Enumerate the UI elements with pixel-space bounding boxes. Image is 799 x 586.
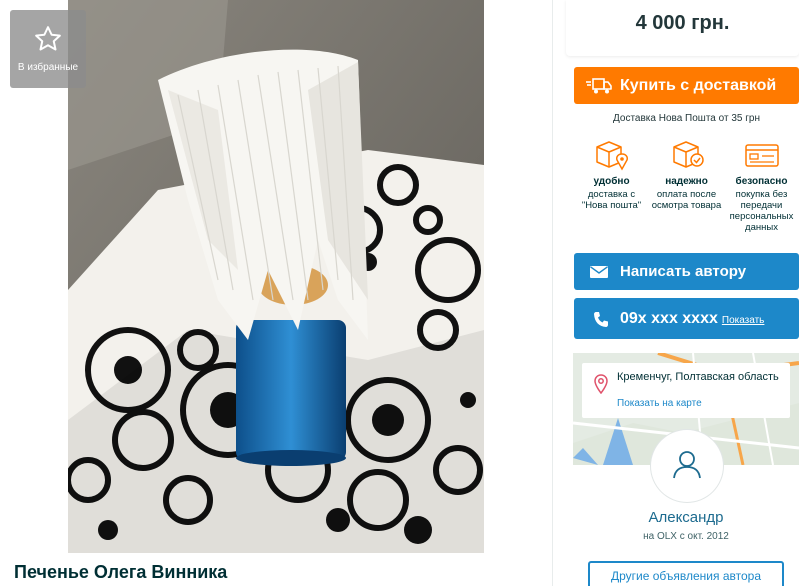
listing-page: В избранные Печенье Олега Винника 4 000 … — [0, 0, 799, 586]
price-box: 4 000 грн. — [566, 0, 799, 56]
star-outline-icon — [35, 26, 61, 51]
message-author-button[interactable]: Написать автору — [574, 253, 799, 290]
feature-convenient: удобно доставка с "Нова пошта" — [574, 138, 649, 233]
truck-icon — [586, 77, 612, 93]
feature-desc: покупка без передачи персональных данных — [729, 189, 794, 233]
photo-gallery: В избранные — [0, 0, 552, 556]
mail-icon — [590, 265, 608, 278]
listing-title: Печенье Олега Винника — [14, 562, 228, 582]
box-location-icon — [595, 141, 628, 171]
add-to-favorites-button[interactable]: В избранные — [10, 10, 86, 88]
phone-icon — [594, 311, 608, 327]
feature-title: удобно — [593, 176, 630, 187]
favorites-label: В избранные — [17, 62, 79, 73]
feature-desc: оплата после осмотра товара — [651, 189, 722, 211]
phone-number: 09x xxx xxxx — [620, 309, 718, 327]
feature-title: надежно — [665, 176, 708, 187]
user-icon — [673, 451, 701, 479]
author-name[interactable]: Александр — [573, 509, 799, 526]
box-check-icon — [672, 141, 704, 168]
feature-desc: доставка с "Нова пошта" — [581, 189, 642, 211]
map-pin-icon — [594, 374, 608, 394]
feature-reliable: надежно оплата после осмотра товара — [649, 138, 724, 233]
member-since: на OLX с окт. 2012 — [643, 531, 729, 542]
other-ads-button[interactable]: Другие объявления автора — [588, 561, 784, 586]
phone-button[interactable]: 09x xxx xxxx Показать — [574, 298, 799, 339]
show-on-map-link[interactable]: Показать на карте — [617, 398, 702, 409]
listing-price: 4 000 грн. — [635, 12, 730, 34]
delivery-features: удобно доставка с "Нова пошта" надежно о… — [574, 138, 799, 233]
buy-label: Купить с доставкой — [620, 76, 777, 94]
delivery-note: Доставка Нова Пошта от 35 грн — [613, 113, 760, 124]
feature-title: безопасно — [735, 176, 788, 187]
card-icon — [744, 144, 779, 167]
avatar[interactable] — [651, 430, 723, 502]
listing-photo[interactable] — [68, 0, 484, 553]
show-phone-link[interactable]: Показать — [722, 315, 765, 326]
message-label: Написать автору — [620, 263, 747, 280]
feature-safe: безопасно покупка без передачи персональ… — [724, 138, 799, 233]
location-city: Кременчуг, Полтавская область — [617, 371, 779, 383]
column-divider — [552, 0, 553, 586]
photo-image — [68, 0, 484, 553]
buy-with-delivery-button[interactable]: Купить с доставкой — [574, 67, 799, 104]
location-box: Кременчуг, Полтавская область Показать н… — [582, 363, 790, 418]
